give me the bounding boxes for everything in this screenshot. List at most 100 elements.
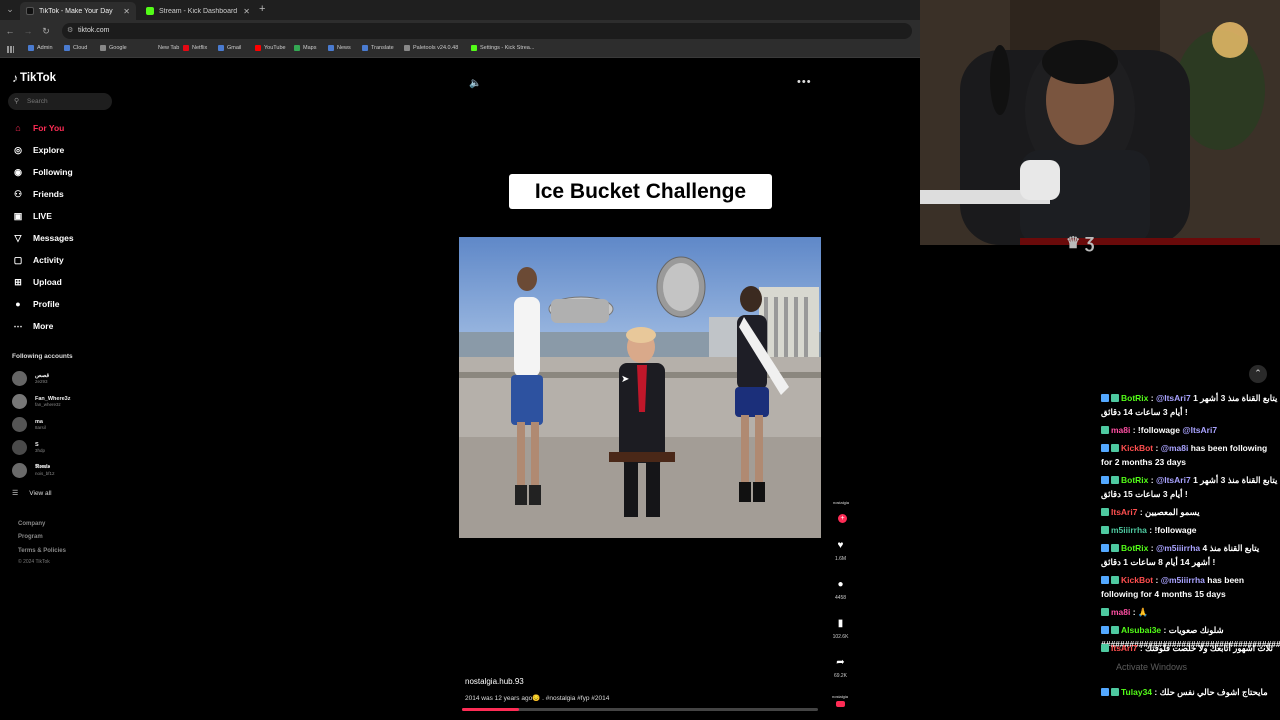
- verified-badge-icon: [1101, 508, 1109, 516]
- bookmark-item[interactable]: Paletools v24.0.48: [404, 45, 458, 51]
- sidebar-item-explore[interactable]: ◎ Explore: [12, 143, 64, 157]
- sidebar-item-following[interactable]: ◉ Following: [12, 165, 73, 179]
- following-account[interactable]: Fan_Where3z fan_where3z: [12, 392, 70, 410]
- like-button[interactable]: ♥ 1.6M: [828, 536, 853, 563]
- bookmark-item[interactable]: Translate: [362, 45, 394, 51]
- follow-plus-icon[interactable]: +: [838, 514, 847, 523]
- bookmark-item[interactable]: Cloud: [64, 45, 87, 51]
- video-action-bar: nostalgia + ♥ 1.6M ● 4458 ▮ 102.6K ➦ 69.…: [828, 500, 853, 712]
- bookmark-label: YouTube: [264, 45, 286, 51]
- bookmark-item[interactable]: YouTube: [255, 45, 286, 51]
- bookmark-item[interactable]: Google: [100, 45, 127, 51]
- comment-button[interactable]: ● 4458: [828, 575, 853, 602]
- chat-username[interactable]: BotRix: [1121, 543, 1148, 553]
- messages-icon: ▽: [14, 232, 22, 243]
- share-button[interactable]: ➦ 69.2K: [828, 653, 853, 680]
- chat-username[interactable]: ma8i: [1111, 607, 1130, 617]
- music-disc[interactable]: nostalgia: [832, 694, 848, 710]
- bot-badge-icon: [1101, 394, 1109, 402]
- reload-icon[interactable]: ↻: [40, 25, 52, 37]
- chat-username[interactable]: Alsubai3e: [1121, 625, 1161, 635]
- account-names: 𝕹𝖔𝖒𝖎𝖘 nois_bf12: [35, 464, 55, 476]
- verified-badge-icon: [1111, 626, 1119, 634]
- tiktok-logo[interactable]: ♪ TikTok: [12, 71, 56, 85]
- chat-username[interactable]: KickBot: [1121, 443, 1153, 453]
- chat-text: : 🙏: [1130, 607, 1149, 617]
- save-button[interactable]: ▮ 102.6K: [828, 614, 853, 641]
- video-author[interactable]: nostalgia.hub.93: [465, 677, 524, 686]
- creator-avatar-name: nostalgia: [832, 500, 849, 505]
- chevron-up-icon[interactable]: ⌃: [1249, 365, 1267, 383]
- bookmark-item[interactable]: Settings - Kick Strea...: [471, 45, 534, 51]
- verified-badge-icon: [1111, 544, 1119, 552]
- new-tab-plus-icon[interactable]: +: [259, 3, 265, 15]
- chat-username[interactable]: Tulay34: [1121, 687, 1152, 697]
- forward-arrow-icon[interactable]: →: [22, 25, 34, 37]
- chat-text: :: [1148, 393, 1156, 403]
- bot-badge-icon: [1101, 476, 1109, 484]
- chat-text: :: [1153, 443, 1161, 453]
- bookmark-item[interactable]: Admin: [28, 45, 53, 51]
- video-player[interactable]: [459, 237, 821, 538]
- chat-text: :: [1153, 575, 1161, 585]
- video-title-card: Ice Bucket Challenge: [509, 174, 772, 209]
- activity-icon: ▢: [13, 254, 23, 265]
- sidebar-item-messages[interactable]: ▽ Messages: [12, 231, 74, 245]
- chat-text: : مايحتاج اشوف حالي نفس حلك: [1152, 687, 1268, 697]
- sidebar-item-label: Messages: [33, 233, 74, 243]
- footer-terms-link[interactable]: Terms & Policies: [18, 548, 66, 554]
- footer-company-link[interactable]: Company: [18, 521, 45, 527]
- creator-avatar[interactable]: nostalgia +: [830, 500, 851, 523]
- chat-text: : !followage: [1146, 525, 1197, 535]
- following-account[interactable]: 𝕹𝖔𝖒𝖎𝖘 nois_bf12: [12, 461, 55, 479]
- chat-username[interactable]: ItsAri7: [1111, 643, 1137, 653]
- sidebar-item-for-you[interactable]: ⌂ For You: [12, 121, 64, 135]
- volume-icon[interactable]: 🔈: [469, 78, 481, 89]
- sidebar-item-activity[interactable]: ▢ Activity: [12, 253, 64, 267]
- chat-mention: @m5iiirrha: [1155, 543, 1201, 553]
- friends-icon: ⚇: [13, 188, 23, 199]
- apps-grid-icon[interactable]: [7, 46, 14, 53]
- chat-username[interactable]: KickBot: [1121, 575, 1153, 585]
- sidebar-item-live[interactable]: ▣ LIVE: [12, 209, 52, 223]
- following-account[interactable]: S 3hdp: [12, 438, 45, 456]
- sidebar-item-upload[interactable]: ⊞ Upload: [12, 275, 62, 289]
- account-name: 𝕹𝖔𝖒𝖎𝖘: [35, 464, 51, 470]
- bookmark-favicon-icon: [362, 45, 368, 51]
- sidebar-item-profile[interactable]: ● Profile: [12, 297, 59, 311]
- avatar: [12, 439, 27, 455]
- chat-message: BotRix : @ItsAri7 يتابع القناة منذ 3 أشه…: [1101, 473, 1279, 501]
- tab-label: Stream - Kick Dashboard: [159, 7, 238, 15]
- sidebar-item-friends[interactable]: ⚇ Friends: [12, 187, 64, 201]
- chat-username[interactable]: ItsAri7: [1111, 507, 1137, 517]
- footer-program-link[interactable]: Program: [18, 534, 43, 540]
- following-account[interactable]: ma 8arsil: [12, 415, 46, 433]
- chat-username[interactable]: BotRix: [1121, 393, 1148, 403]
- search-input[interactable]: ⚲ Search: [8, 93, 112, 110]
- url-text: tiktok.com: [78, 27, 110, 34]
- chat-username[interactable]: BotRix: [1121, 475, 1148, 485]
- bookmark-item[interactable]: Gmail: [218, 45, 241, 51]
- site-info-icon[interactable]: ⚙: [67, 23, 73, 39]
- bookmark-item[interactable]: New Tab: [149, 45, 179, 51]
- account-names: Fan_Where3z fan_where3z: [35, 396, 70, 407]
- video-progress-bar[interactable]: [462, 708, 818, 711]
- chat-username[interactable]: m5iiirrha: [1111, 525, 1147, 535]
- tab-kick-dashboard[interactable]: Stream - Kick Dashboard ✕: [140, 2, 256, 20]
- tab-tiktok[interactable]: TikTok - Make Your Day ✕: [20, 2, 136, 20]
- chat-username[interactable]: ma8i: [1111, 425, 1130, 435]
- sidebar-item-more[interactable]: ⋯ More: [12, 319, 54, 333]
- address-bar[interactable]: ⚙ tiktok.com: [62, 23, 912, 39]
- close-tab-icon[interactable]: ✕: [243, 7, 250, 16]
- bookmark-item[interactable]: News: [328, 45, 351, 51]
- back-arrow-icon[interactable]: ←: [4, 25, 16, 37]
- more-options-icon[interactable]: •••: [797, 76, 812, 88]
- view-all-link[interactable]: ☰ View all: [12, 489, 52, 498]
- home-icon: ⌂: [15, 123, 21, 133]
- following-account[interactable]: قصص 2e293: [12, 369, 49, 387]
- tab-search-icon[interactable]: ⌄: [4, 3, 16, 15]
- bookmark-item[interactable]: Netflix: [183, 45, 207, 51]
- bookmark-item[interactable]: Maps: [294, 45, 316, 51]
- streamer-logo-icon: ♛ Ʒ: [1066, 235, 1095, 252]
- close-tab-icon[interactable]: ✕: [123, 7, 130, 16]
